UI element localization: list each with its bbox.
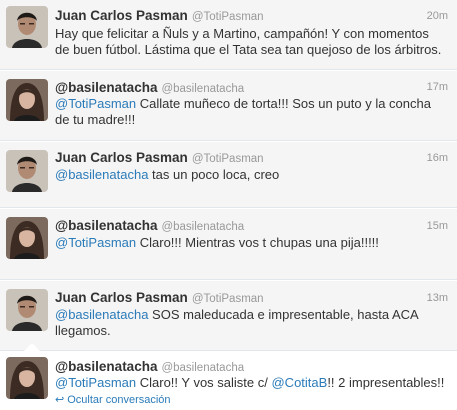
mention-link[interactable]: @basilenatacha [55, 307, 148, 322]
tweet-line: llegamos. [55, 323, 445, 339]
collapse-conversation-link[interactable]: ↩ Ocultar conversación [55, 393, 171, 406]
author-handle[interactable]: @basilenatacha [161, 362, 244, 374]
collapse-label: Ocultar conversación [67, 394, 171, 406]
expanded-notch [24, 343, 40, 351]
avatar[interactable] [6, 357, 48, 399]
tweet-expanded[interactable]: @basilenatacha @basilenatacha @TotiPasman… [0, 351, 457, 410]
tweet-text: Hay que felicitar a Ñuls y a Martino, ca… [55, 26, 445, 58]
text-segment: de buen fútbol. Lástima que el Tata sea … [55, 42, 442, 57]
tweet-line: @basilenatacha SOS maleducada e impresen… [55, 307, 445, 323]
author-name[interactable]: Juan Carlos Pasman [55, 290, 188, 305]
author-handle[interactable]: @TotiPasman [192, 11, 264, 23]
tweet[interactable]: @basilenatacha @basilenatacha 15m @TotiPa… [0, 209, 457, 280]
conversation-timeline: Juan Carlos Pasman @TotiPasman 20m Hay qu… [0, 0, 457, 410]
tweet-line: @TotiPasman Callate muñeco de torta!!! S… [55, 96, 445, 112]
mention-link[interactable]: @CotitaB [271, 375, 327, 390]
text-segment: de tu madre!!! [55, 112, 136, 127]
avatar[interactable] [6, 79, 48, 121]
avatar[interactable] [6, 289, 48, 331]
author-name[interactable]: @basilenatacha [55, 80, 157, 95]
author-handle[interactable]: @TotiPasman [192, 153, 264, 165]
text-segment: Claro!!! Mientras vos t chupas una pija!… [136, 235, 379, 250]
tweet[interactable]: Juan Carlos Pasman @TotiPasman 13m @basil… [0, 281, 457, 351]
tweet-header: Juan Carlos Pasman @TotiPasman [55, 149, 447, 167]
tweet-header: Juan Carlos Pasman @TotiPasman [55, 289, 447, 307]
tweet-text: @TotiPasman Callate muñeco de torta!!! S… [55, 96, 445, 128]
timestamp[interactable]: 16m [427, 152, 448, 164]
text-segment: Hay que felicitar a Ñuls y a Martino, ca… [55, 26, 429, 41]
timestamp[interactable]: 20m [427, 10, 448, 22]
timestamp[interactable]: 15m [427, 220, 448, 232]
author-handle[interactable]: @basilenatacha [161, 83, 244, 95]
author-handle[interactable]: @TotiPasman [192, 293, 264, 305]
text-segment: Callate muñeco de torta!!! Sos un puto y… [136, 96, 431, 111]
author-name[interactable]: Juan Carlos Pasman [55, 8, 188, 23]
avatar[interactable] [6, 6, 48, 48]
timestamp[interactable]: 13m [427, 292, 448, 304]
text-segment: SOS maleducada e impresentable, hasta AC… [148, 307, 419, 322]
tweet-line: @basilenatacha tas un poco loca, creo [55, 167, 445, 183]
tweet-header: Juan Carlos Pasman @TotiPasman [55, 7, 447, 25]
tweet-line: de tu madre!!! [55, 112, 445, 128]
tweet-line: @TotiPasman Claro!!! Mientras vos t chup… [55, 235, 445, 251]
mention-link[interactable]: @TotiPasman [55, 375, 136, 390]
tweet[interactable]: Juan Carlos Pasman @TotiPasman 20m Hay qu… [0, 0, 457, 70]
return-arrow-icon: ↩ [55, 394, 65, 406]
tweet-text: @basilenatacha tas un poco loca, creo [55, 167, 445, 183]
author-handle[interactable]: @basilenatacha [161, 221, 244, 233]
tweet-line: de buen fútbol. Lástima que el Tata sea … [55, 42, 445, 58]
tweet-header: @basilenatacha @basilenatacha [55, 358, 447, 376]
timestamp[interactable]: 17m [427, 81, 448, 93]
tweet-header: @basilenatacha @basilenatacha [55, 79, 447, 97]
avatar[interactable] [6, 150, 48, 192]
avatar[interactable] [6, 217, 48, 259]
text-segment: Claro!! Y vos saliste c/ [136, 375, 272, 390]
author-name[interactable]: @basilenatacha [55, 359, 157, 374]
text-segment: !! 2 impresentables!! [327, 375, 445, 390]
mention-link[interactable]: @TotiPasman [55, 235, 136, 250]
mention-link[interactable]: @basilenatacha [55, 167, 148, 182]
mention-link[interactable]: @TotiPasman [55, 96, 136, 111]
text-segment: tas un poco loca, creo [148, 167, 280, 182]
text-segment: llegamos. [55, 323, 111, 338]
author-name[interactable]: Juan Carlos Pasman [55, 150, 188, 165]
tweet-header: @basilenatacha @basilenatacha [55, 217, 447, 235]
tweet[interactable]: Juan Carlos Pasman @TotiPasman 16m @basil… [0, 142, 457, 208]
tweet[interactable]: @basilenatacha @basilenatacha 17m @TotiPa… [0, 71, 457, 141]
tweet-line: Hay que felicitar a Ñuls y a Martino, ca… [55, 26, 445, 42]
tweet-line: @TotiPasman Claro!! Y vos saliste c/ @Co… [55, 375, 445, 391]
tweet-text: @TotiPasman Claro!! Y vos saliste c/ @Co… [55, 375, 445, 391]
tweet-text: @TotiPasman Claro!!! Mientras vos t chup… [55, 235, 445, 251]
author-name[interactable]: @basilenatacha [55, 218, 157, 233]
tweet-text: @basilenatacha SOS maleducada e impresen… [55, 307, 445, 339]
